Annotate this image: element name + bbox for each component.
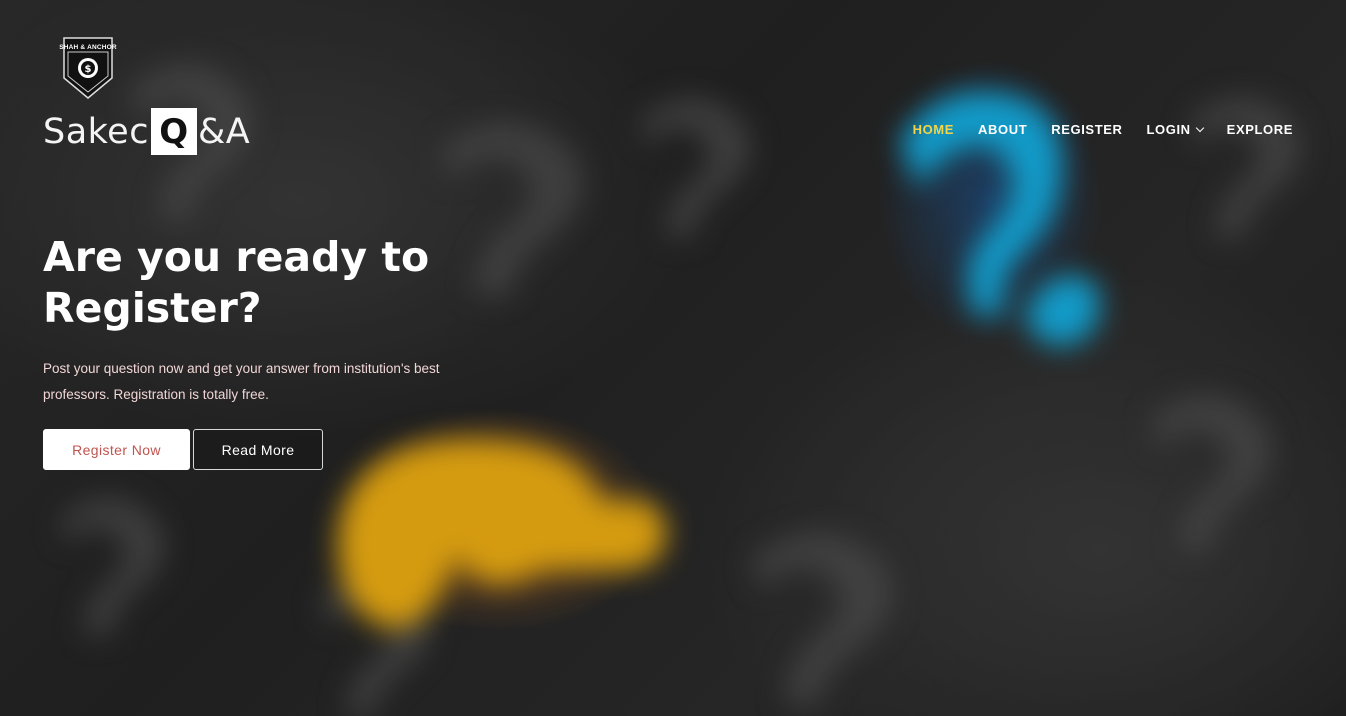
- shield-emblem-icon[interactable]: $ SHAH & ANCHOR: [56, 34, 120, 102]
- hero-subtext: Post your question now and get your answ…: [43, 361, 440, 402]
- brand-name-highlight: Q: [150, 108, 197, 155]
- svg-text:$: $: [85, 64, 92, 75]
- main-nav: HOME ABOUT REGISTER LOGIN EXPLORE: [913, 122, 1293, 137]
- nav-item-label: REGISTER: [1051, 122, 1123, 137]
- nav-item-label: ABOUT: [978, 122, 1028, 137]
- nav-item-explore[interactable]: EXPLORE: [1227, 122, 1293, 137]
- register-now-button[interactable]: Register Now: [43, 429, 190, 470]
- nav-item-about[interactable]: ABOUT: [978, 122, 1027, 137]
- brand-logo[interactable]: Sakec Q &A: [43, 108, 250, 155]
- nav-item-register[interactable]: REGISTER: [1051, 122, 1122, 137]
- nav-item-label: LOGIN: [1146, 122, 1191, 137]
- hero-content: $ SHAH & ANCHOR Sakec Q &A HOME ABOUT RE…: [0, 0, 1346, 716]
- nav-item-label: HOME: [912, 122, 955, 137]
- nav-item-login[interactable]: LOGIN: [1146, 122, 1204, 137]
- brand-name-prefix: Sakec: [43, 111, 149, 152]
- emblem-label: SHAH & ANCHOR: [59, 44, 117, 51]
- brand-name-suffix: &A: [197, 111, 251, 152]
- hero-section: $ SHAH & ANCHOR Sakec Q &A HOME ABOUT RE…: [0, 0, 1346, 716]
- chevron-down-icon: [1195, 123, 1204, 132]
- nav-item-home[interactable]: HOME: [913, 122, 954, 137]
- hero-headline: Are you ready to Register?: [43, 233, 430, 332]
- nav-item-label: EXPLORE: [1226, 122, 1293, 137]
- read-more-button[interactable]: Read More: [193, 429, 323, 470]
